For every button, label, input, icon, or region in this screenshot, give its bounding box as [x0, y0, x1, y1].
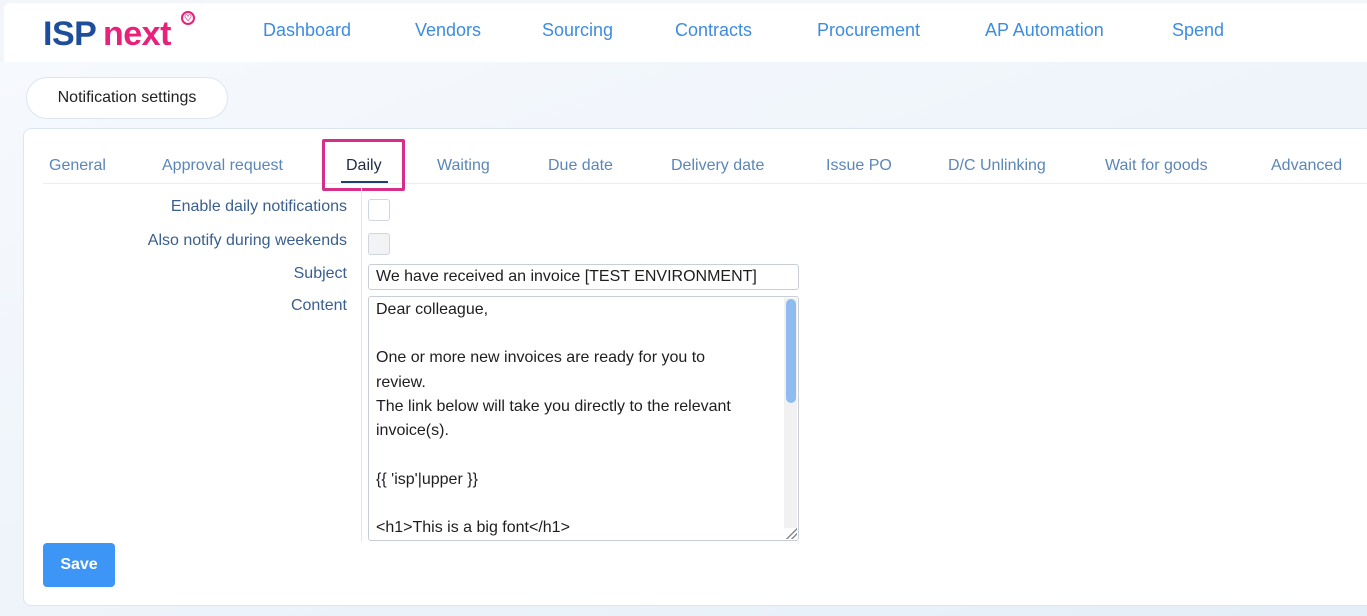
- resize-grip-icon[interactable]: [786, 528, 797, 539]
- content-line: Dear colleague,: [376, 301, 489, 318]
- nav-spend[interactable]: Spend: [1172, 20, 1224, 41]
- weekends-checkbox[interactable]: [368, 233, 390, 255]
- weekends-label: Also notify during weekends: [147, 232, 347, 249]
- scrollbar-thumb[interactable]: [786, 299, 796, 403]
- content-line: invoice(s).: [376, 422, 449, 439]
- tab-approval-request[interactable]: Approval request: [162, 157, 283, 175]
- subject-input[interactable]: We have received an invoice [TEST ENVIRO…: [368, 264, 799, 290]
- enable-daily-label: Enable daily notifications: [170, 198, 347, 215]
- subject-label: Subject: [293, 265, 347, 282]
- content-scrollbar[interactable]: [784, 298, 797, 528]
- tab-advanced[interactable]: Advanced: [1271, 157, 1342, 175]
- tab-dc-unlinking[interactable]: D/C Unlinking: [948, 157, 1046, 175]
- tabs-divider: [43, 183, 1367, 184]
- nav-vendors[interactable]: Vendors: [415, 20, 481, 41]
- daily-tab-highlight-box: [322, 139, 405, 191]
- enable-daily-checkbox[interactable]: [368, 199, 390, 221]
- content-line: The link below will take you directly to…: [376, 398, 731, 415]
- save-button[interactable]: Save: [43, 543, 115, 587]
- nav-procurement[interactable]: Procurement: [817, 20, 920, 41]
- tab-wait-for-goods[interactable]: Wait for goods: [1105, 157, 1208, 175]
- nav-contracts[interactable]: Contracts: [675, 20, 752, 41]
- content-line: {{ 'isp'|upper }}: [376, 471, 478, 488]
- tab-delivery-date[interactable]: Delivery date: [671, 157, 764, 175]
- form-column-divider: [361, 186, 362, 542]
- tab-due-date[interactable]: Due date: [548, 157, 613, 175]
- content-line: <h1>This is a big font</h1>: [376, 519, 570, 536]
- content-textarea[interactable]: Dear colleague, One or more new invoices…: [368, 296, 799, 541]
- nav-dashboard[interactable]: Dashboard: [263, 20, 351, 41]
- tab-general[interactable]: General: [49, 157, 106, 175]
- nav-sourcing[interactable]: Sourcing: [542, 20, 613, 41]
- logo-next-text: next: [103, 15, 171, 53]
- content-label: Content: [290, 297, 347, 314]
- page-title-pill: Notification settings: [26, 77, 228, 119]
- heart-icon: ♡: [181, 11, 195, 25]
- logo-isp-text: ISP: [43, 15, 97, 53]
- tab-waiting[interactable]: Waiting: [437, 157, 490, 175]
- content-line: One or more new invoices are ready for y…: [376, 349, 706, 366]
- content-line: review.: [376, 374, 426, 391]
- nav-ap-automation[interactable]: AP Automation: [985, 20, 1104, 41]
- tab-issue-po[interactable]: Issue PO: [826, 157, 892, 175]
